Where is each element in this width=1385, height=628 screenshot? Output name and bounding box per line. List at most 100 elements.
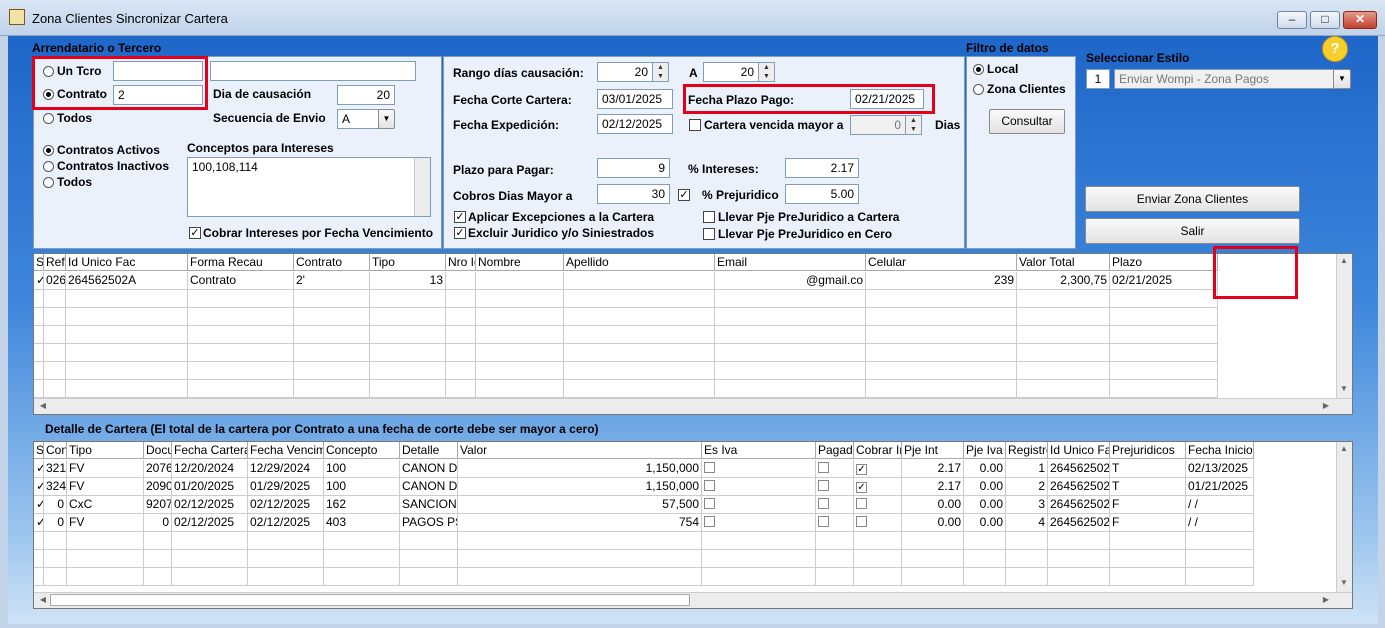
table-cell[interactable]: 0.00 <box>964 514 1006 532</box>
empty-cell[interactable] <box>44 308 66 326</box>
empty-cell[interactable] <box>476 380 564 398</box>
table-cell[interactable]: ✓ <box>34 478 44 496</box>
empty-cell[interactable] <box>294 344 370 362</box>
empty-cell[interactable] <box>44 532 67 550</box>
empty-cell[interactable] <box>172 532 248 550</box>
table-cell[interactable]: FV <box>67 514 144 532</box>
empty-cell[interactable] <box>902 532 964 550</box>
empty-cell[interactable] <box>1048 532 1110 550</box>
empty-cell[interactable] <box>816 532 854 550</box>
empty-cell[interactable] <box>1110 290 1218 308</box>
table-cell[interactable]: PAGOS PSE-RECAUDOS <box>400 514 458 532</box>
table-cell[interactable]: T <box>1110 460 1186 478</box>
column-header[interactable]: Concepto <box>324 442 400 459</box>
table-cell[interactable]: 0 <box>44 496 67 514</box>
column-header[interactable]: Tipo <box>67 442 144 459</box>
contratos-todos-radio[interactable] <box>43 177 54 188</box>
empty-cell[interactable] <box>854 550 902 568</box>
excluir-juridico-checkbox[interactable]: ✓ <box>454 227 466 239</box>
empty-cell[interactable] <box>44 380 66 398</box>
empty-cell[interactable] <box>294 362 370 380</box>
empty-cell[interactable] <box>1186 550 1254 568</box>
column-header[interactable]: Valor Total <box>1017 254 1110 271</box>
table-cell[interactable] <box>702 496 816 514</box>
empty-cell[interactable] <box>66 344 188 362</box>
scroll-right-icon[interactable]: ▶ <box>1319 593 1333 607</box>
empty-cell[interactable] <box>446 380 476 398</box>
empty-cell[interactable] <box>816 568 854 586</box>
prejuridico-checkbox[interactable]: ✓ <box>678 189 690 201</box>
rango-from-spinner[interactable]: ▲ ▼ <box>653 62 669 82</box>
empty-cell[interactable] <box>172 550 248 568</box>
empty-cell[interactable] <box>458 532 702 550</box>
empty-cell[interactable] <box>866 308 1017 326</box>
intereses-input[interactable]: 2.17 <box>785 158 859 178</box>
row-checkbox[interactable]: ✓ <box>856 482 867 493</box>
table-cell[interactable]: ✓ <box>854 478 902 496</box>
empty-cell[interactable] <box>44 362 66 380</box>
empty-cell[interactable] <box>476 362 564 380</box>
vertical-scrollbar[interactable] <box>1336 442 1352 592</box>
empty-cell[interactable] <box>370 326 446 344</box>
empty-cell[interactable] <box>34 362 44 380</box>
empty-cell[interactable] <box>324 568 400 586</box>
empty-cell[interactable] <box>866 362 1017 380</box>
dia-causacion-input[interactable]: 20 <box>337 85 395 105</box>
empty-cell[interactable] <box>1110 362 1218 380</box>
tercero-name-input[interactable] <box>210 61 416 81</box>
estilo-number-input[interactable]: 1 <box>1086 69 1110 89</box>
table-cell[interactable]: 3219846 <box>44 460 67 478</box>
empty-cell[interactable] <box>1006 532 1048 550</box>
scrollbar-thumb[interactable] <box>50 594 690 606</box>
empty-cell[interactable] <box>476 290 564 308</box>
empty-cell[interactable] <box>446 290 476 308</box>
empty-cell[interactable] <box>370 380 446 398</box>
column-header[interactable]: Prejuridicos <box>1110 442 1186 459</box>
empty-cell[interactable] <box>1006 568 1048 586</box>
filtro-local-radio[interactable] <box>973 64 984 75</box>
empty-cell[interactable] <box>44 568 67 586</box>
table-cell[interactable]: 1 <box>1006 460 1048 478</box>
empty-cell[interactable] <box>702 532 816 550</box>
table-cell[interactable] <box>854 496 902 514</box>
empty-cell[interactable] <box>854 532 902 550</box>
empty-cell[interactable] <box>294 380 370 398</box>
scroll-down-icon[interactable]: ▼ <box>1336 382 1352 396</box>
empty-cell[interactable] <box>324 532 400 550</box>
table-cell[interactable]: ✓ <box>854 460 902 478</box>
table-cell[interactable]: 2.17 <box>902 460 964 478</box>
row-checkbox[interactable] <box>704 462 715 473</box>
rango-to-spinner[interactable]: ▲ ▼ <box>759 62 775 82</box>
column-header[interactable]: Detalle <box>400 442 458 459</box>
table-cell[interactable]: 2076470 <box>144 460 172 478</box>
table-cell[interactable]: 0.00 <box>964 460 1006 478</box>
empty-cell[interactable] <box>400 532 458 550</box>
table-cell[interactable]: 01/29/2025 <box>248 478 324 496</box>
column-header[interactable]: Contrato <box>294 254 370 271</box>
horizontal-scrollbar[interactable] <box>34 398 1352 414</box>
empty-cell[interactable] <box>564 308 715 326</box>
table-cell[interactable]: 264562502A <box>1048 514 1110 532</box>
scroll-down-icon[interactable]: ▼ <box>1336 576 1352 590</box>
empty-cell[interactable] <box>476 326 564 344</box>
empty-cell[interactable] <box>1110 380 1218 398</box>
row-checkbox[interactable] <box>818 480 829 491</box>
table-cell[interactable] <box>816 478 854 496</box>
contratos-grid[interactable]: SelReferenciaId Unico FacForma RecauCont… <box>33 253 1353 415</box>
empty-cell[interactable] <box>702 568 816 586</box>
table-cell[interactable]: 239 <box>866 272 1017 290</box>
empty-cell[interactable] <box>458 568 702 586</box>
scroll-right-icon[interactable]: ▶ <box>1319 399 1333 413</box>
table-cell[interactable]: 1,150,000 <box>458 478 702 496</box>
empty-cell[interactable] <box>1110 308 1218 326</box>
empty-cell[interactable] <box>715 380 866 398</box>
row-checkbox[interactable] <box>856 516 867 527</box>
row-checkbox[interactable]: ✓ <box>856 464 867 475</box>
fecha-exp-input[interactable]: 02/12/2025 <box>597 114 673 134</box>
table-cell[interactable] <box>702 478 816 496</box>
empty-cell[interactable] <box>248 568 324 586</box>
filtro-zona-radio[interactable] <box>973 84 984 95</box>
estilo-select[interactable]: Enviar Wompi - Zona Pagos <box>1114 69 1334 89</box>
empty-cell[interactable] <box>66 290 188 308</box>
detalle-grid[interactable]: SeleCons CarteraTipoDocumentoFecha Carte… <box>33 441 1353 609</box>
